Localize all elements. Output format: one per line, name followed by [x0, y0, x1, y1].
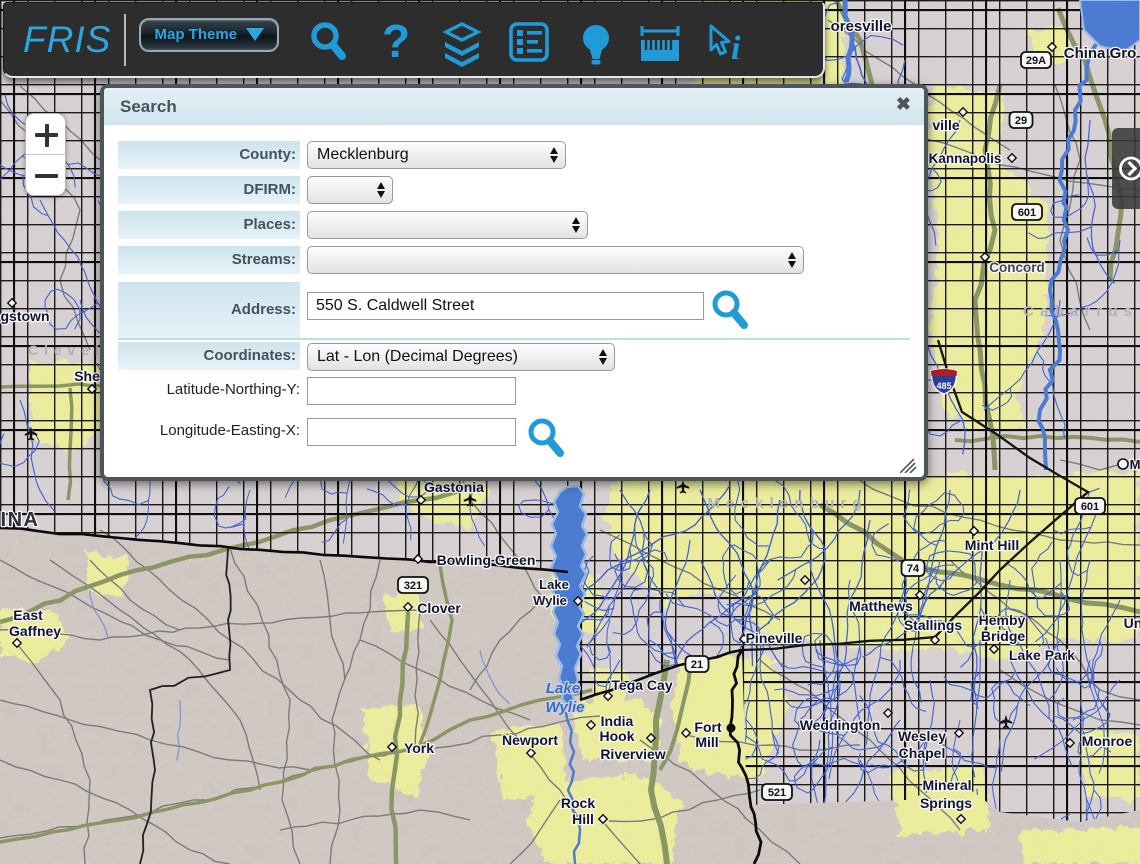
svg-text:Newport: Newport [502, 732, 558, 748]
svg-text:Weddington: Weddington [800, 717, 881, 733]
svg-text:Hook: Hook [600, 728, 635, 744]
svg-text:29A: 29A [1026, 55, 1046, 67]
svg-text:Monroe: Monroe [1082, 733, 1133, 749]
svg-text:Stallings: Stallings [904, 617, 963, 633]
svg-text:Pineville: Pineville [746, 630, 803, 646]
svg-text:Bridge: Bridge [981, 628, 1026, 644]
svg-text:Gaffney: Gaffney [9, 623, 61, 639]
svg-text:Clover: Clover [417, 600, 461, 616]
svg-text:i: i [731, 30, 741, 67]
svg-text:Hill: Hill [572, 811, 594, 827]
svg-text:Concord: Concord [989, 260, 1045, 275]
svg-text:Wylie: Wylie [533, 593, 567, 608]
svg-text:601: 601 [1018, 207, 1036, 219]
svg-text:Mint Hill: Mint Hill [965, 537, 1019, 553]
svg-text:Lake: Lake [546, 680, 580, 697]
svg-text:Kannapolis: Kannapolis [929, 151, 1002, 166]
svg-text:601: 601 [1081, 501, 1099, 513]
svg-text:Mineral: Mineral [922, 777, 971, 793]
svg-text:Gastonia: Gastonia [424, 479, 484, 495]
svg-text:INA: INA [1, 509, 40, 531]
svg-text:Wylie: Wylie [546, 699, 585, 716]
svg-text:Riverview: Riverview [600, 746, 665, 762]
svg-text:ville: ville [932, 117, 959, 133]
svg-text:India: India [601, 713, 634, 729]
svg-text:East: East [13, 607, 43, 623]
svg-text:Bowling Green: Bowling Green [437, 552, 536, 568]
svg-text:gstown: gstown [1, 308, 50, 324]
svg-text:oresville: oresville [831, 18, 892, 35]
svg-text:Wesley: Wesley [898, 728, 946, 744]
svg-text:C a b a r r u s: C a b a r r u s [1023, 303, 1133, 320]
svg-text:485: 485 [936, 381, 951, 391]
svg-text:M: M [1130, 457, 1140, 472]
svg-text:York: York [404, 740, 434, 756]
svg-text:Lake: Lake [539, 577, 569, 592]
svg-text:321: 321 [404, 580, 422, 592]
svg-text:China Gro: China Gro [1064, 45, 1137, 62]
svg-text:21: 21 [691, 659, 703, 671]
svg-text:29: 29 [1015, 115, 1027, 127]
svg-text:Tega Cay: Tega Cay [611, 677, 672, 693]
svg-text:Un: Un [1124, 615, 1140, 631]
svg-text:74: 74 [907, 563, 920, 575]
svg-text:Chapel: Chapel [899, 745, 946, 761]
svg-text:Matthews: Matthews [849, 598, 913, 614]
svg-text:M e c k l e n b u r g: M e c k l e n b u r g [707, 495, 862, 512]
svg-text:Springs: Springs [920, 795, 972, 811]
svg-text:Fort: Fort [694, 719, 722, 735]
svg-text:521: 521 [768, 787, 786, 799]
svg-text:Mill: Mill [695, 734, 718, 750]
svg-text:Hemby: Hemby [979, 612, 1026, 628]
svg-text:Rock: Rock [561, 795, 595, 811]
svg-text:Lake Park: Lake Park [1009, 647, 1075, 663]
